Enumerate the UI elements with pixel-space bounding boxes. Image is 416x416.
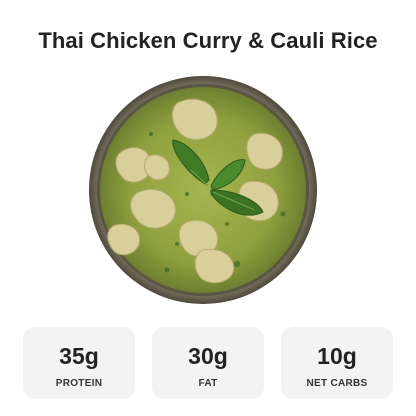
protein-label: PROTEIN — [55, 378, 103, 389]
net-carbs-value: 10g — [317, 343, 357, 369]
fat-card: 30g FAT — [152, 327, 264, 399]
net-carbs-label: NET CARBS — [306, 378, 368, 389]
fat-value: 30g — [188, 343, 228, 369]
macro-stats: 35g PROTEIN 30g FAT 10g NET CARBS — [23, 327, 393, 399]
net-carbs-card: 10g NET CARBS — [281, 327, 393, 399]
recipe-title: Thai Chicken Curry & Cauli Rice — [38, 28, 378, 53]
fat-label: FAT — [198, 378, 218, 389]
protein-value: 35g — [59, 343, 99, 369]
curry-bowl-image — [89, 76, 317, 304]
protein-card: 35g PROTEIN — [23, 327, 135, 399]
